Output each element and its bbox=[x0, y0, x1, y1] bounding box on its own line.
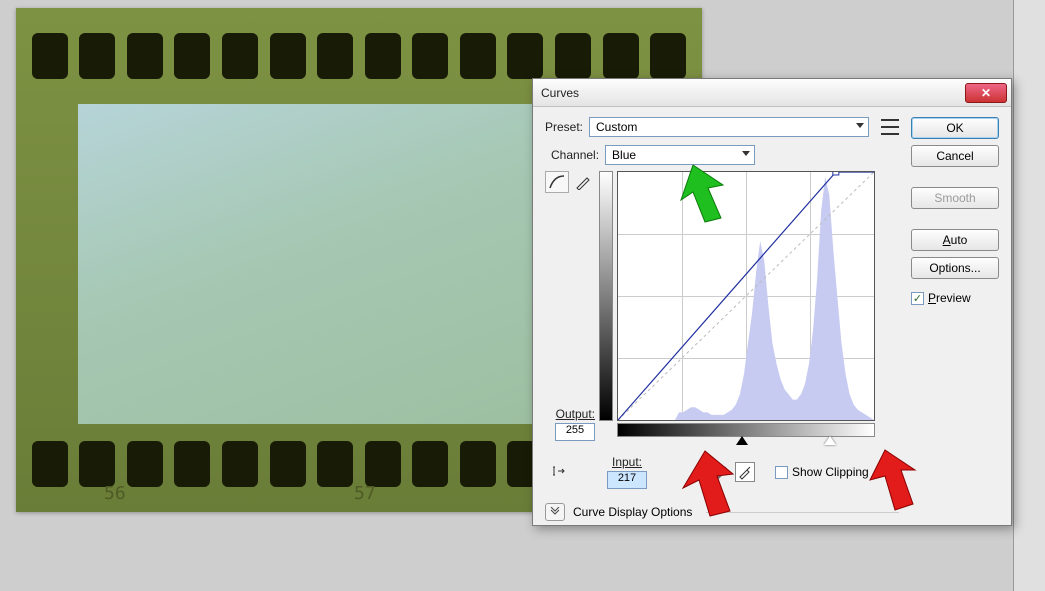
chevron-down-icon bbox=[742, 151, 750, 156]
show-clipping-label: Show Clipping bbox=[792, 465, 869, 479]
chevron-down-icon bbox=[856, 123, 864, 128]
input-label: Input: bbox=[612, 455, 642, 469]
dialog-title: Curves bbox=[541, 86, 965, 100]
preset-dropdown[interactable]: Custom bbox=[589, 117, 869, 137]
pencil-icon bbox=[575, 174, 591, 190]
black-point-slider[interactable] bbox=[736, 436, 748, 445]
black-eyedropper[interactable] bbox=[687, 462, 707, 482]
curve-line bbox=[618, 172, 874, 420]
auto-button[interactable]: Auto bbox=[911, 229, 999, 251]
dialog-titlebar[interactable]: Curves ✕ bbox=[533, 79, 1011, 107]
curve-display-options-label: Curve Display Options bbox=[573, 505, 692, 519]
checkbox-icon bbox=[775, 466, 788, 479]
output-label: Output: bbox=[556, 407, 595, 421]
close-icon: ✕ bbox=[981, 86, 991, 100]
curves-dialog: Curves ✕ Preset: Custom Channel: Blue bbox=[532, 78, 1012, 526]
white-eyedropper[interactable] bbox=[735, 462, 755, 482]
chevron-expand-icon bbox=[545, 503, 565, 521]
options-button[interactable]: Options... bbox=[911, 257, 999, 279]
output-gradient bbox=[599, 171, 613, 421]
on-image-adjust-button[interactable] bbox=[549, 462, 569, 482]
preview-checkbox[interactable]: ✓ Preview bbox=[911, 291, 999, 305]
output-field[interactable]: 255 bbox=[555, 423, 595, 441]
curve-icon bbox=[548, 174, 566, 190]
channel-dropdown[interactable]: Blue bbox=[605, 145, 755, 165]
curves-graph[interactable] bbox=[617, 171, 875, 421]
channel-label: Channel: bbox=[551, 148, 599, 162]
input-field[interactable]: 217 bbox=[607, 471, 647, 489]
smooth-button: Smooth bbox=[911, 187, 999, 209]
film-frame-number: 57 bbox=[354, 483, 376, 504]
preset-label: Preset: bbox=[545, 120, 583, 134]
gray-eyedropper[interactable] bbox=[711, 462, 731, 482]
white-point-slider[interactable] bbox=[824, 436, 836, 445]
show-clipping-checkbox[interactable]: Show Clipping bbox=[775, 465, 869, 479]
close-button[interactable]: ✕ bbox=[965, 83, 1007, 103]
input-gradient bbox=[617, 423, 875, 437]
checkbox-icon: ✓ bbox=[911, 292, 924, 305]
preset-value: Custom bbox=[596, 120, 637, 134]
hand-adjust-icon bbox=[550, 463, 568, 481]
channel-value: Blue bbox=[612, 148, 636, 162]
preset-menu-icon[interactable] bbox=[881, 119, 899, 135]
film-frame-number: 56 bbox=[104, 483, 126, 504]
cancel-button[interactable]: Cancel bbox=[911, 145, 999, 167]
host-app-edge bbox=[1013, 0, 1045, 591]
curve-tool-button[interactable] bbox=[545, 171, 569, 193]
ok-button[interactable]: OK bbox=[911, 117, 999, 139]
eyedropper-icon bbox=[737, 464, 753, 480]
eyedropper-icon bbox=[713, 464, 729, 480]
eyedropper-icon bbox=[689, 464, 705, 480]
pencil-tool-button[interactable] bbox=[571, 171, 595, 193]
curve-display-options-toggle[interactable]: Curve Display Options bbox=[545, 503, 899, 521]
